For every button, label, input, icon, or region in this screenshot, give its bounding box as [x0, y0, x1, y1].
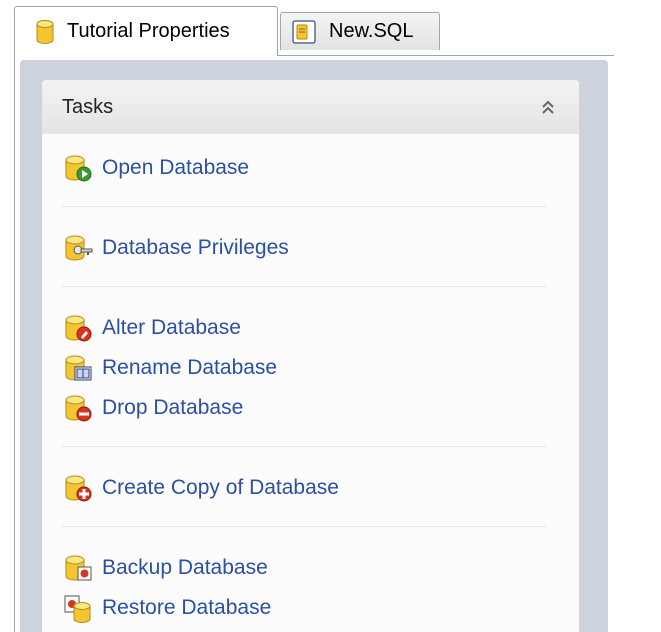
separator [62, 286, 546, 287]
task-database-privileges[interactable]: Database Privileges [62, 230, 289, 266]
separator [62, 526, 546, 527]
separator [62, 206, 546, 207]
drop-database-icon [62, 392, 94, 424]
task-label: Backup Database [102, 556, 268, 579]
task-label: Drop Database [102, 396, 244, 419]
restore-database-icon [62, 592, 94, 624]
copy-database-icon [62, 472, 94, 504]
open-database-icon [62, 152, 94, 184]
tab-new-sql[interactable]: New.SQL [280, 12, 440, 50]
backup-database-icon [62, 552, 94, 584]
sql-file-icon [291, 19, 317, 45]
task-restore-database[interactable]: Restore Database [62, 590, 271, 626]
tab-label: New.SQL [329, 20, 414, 42]
double-chevron-up-icon[interactable] [539, 97, 557, 117]
task-label: Rename Database [102, 356, 278, 379]
tab-label: Tutorial Properties [67, 20, 230, 42]
task-drop-database[interactable]: Drop Database [62, 390, 243, 426]
task-alter-database[interactable]: Alter Database [62, 310, 241, 346]
window-root: Tutorial Properties New.SQL Tasks Open D… [0, 0, 661, 632]
database-key-icon [62, 232, 94, 264]
tab-tutorial-properties[interactable]: Tutorial Properties [14, 6, 278, 56]
task-rename-database[interactable]: Rename Database [62, 350, 277, 386]
task-label: Open Database [102, 156, 250, 179]
task-backup-database[interactable]: Backup Database [62, 550, 268, 586]
tab-strip: Tutorial Properties New.SQL [0, 0, 661, 56]
task-label: Restore Database [102, 596, 272, 619]
rename-database-icon [62, 352, 94, 384]
frame-border [278, 55, 614, 56]
task-label: Database Privileges [102, 236, 289, 259]
database-icon [35, 19, 55, 45]
separator [62, 446, 546, 447]
tasks-group: Tasks Open Database Database Privileges … [42, 80, 579, 632]
tasks-title: Tasks [62, 95, 114, 118]
task-label: Create Copy of Database [102, 476, 339, 499]
tasks-header[interactable]: Tasks [42, 80, 579, 134]
task-label: Alter Database [102, 316, 241, 339]
task-open-database[interactable]: Open Database [62, 150, 249, 186]
task-create-copy-of-database[interactable]: Create Copy of Database [62, 470, 339, 506]
alter-database-icon [62, 312, 94, 344]
